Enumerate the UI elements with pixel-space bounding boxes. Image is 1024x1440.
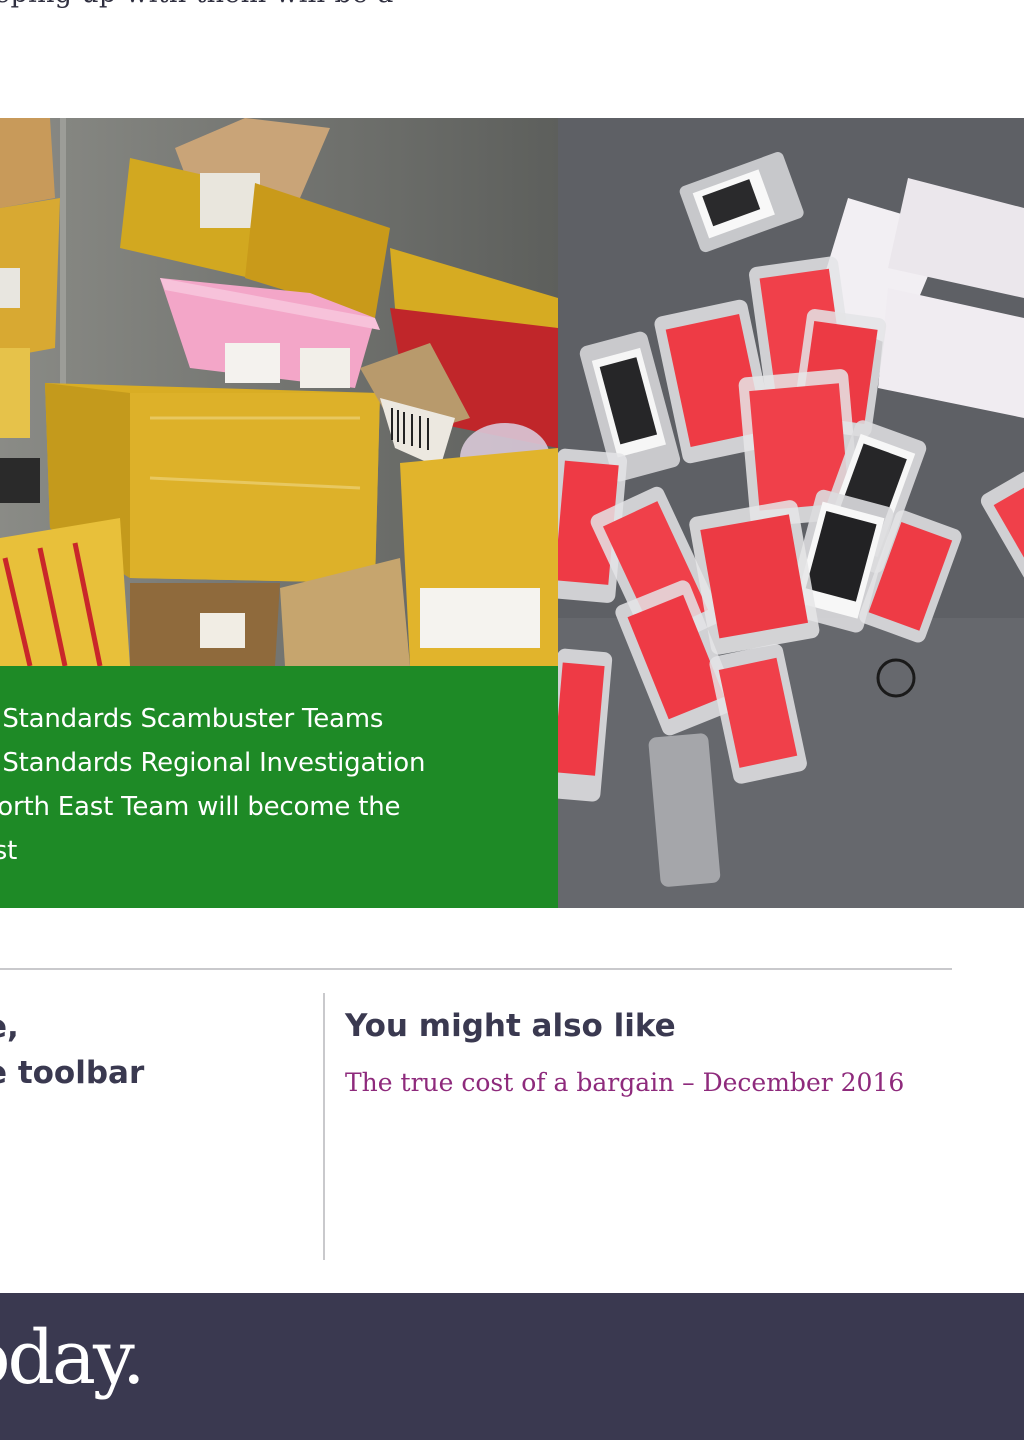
article-intro-text: eeping up with them will be a [0,0,1024,18]
caption-line: g Standards Scambuster Teams [0,704,384,734]
footer-logo[interactable]: oday. [0,1315,146,1401]
seized-phone-screens-photo [558,118,1024,908]
site-footer: oday. [0,1293,1024,1440]
share-prompt: e, e toolbar [0,1004,316,1096]
image-caption-box: g Standards Scambuster Teams g Standards… [0,666,558,908]
section-divider [0,968,952,970]
article-intro-fragment: eeping up with them will be a [0,0,394,9]
caption-line: North East Team will become the [0,792,401,822]
phone-screens-illustration [558,118,1024,908]
parcels-illustration [0,118,558,666]
related-articles-heading: You might also like [345,1008,676,1044]
share-prompt-line: e, [0,1009,19,1045]
share-prompt-line: e toolbar [0,1055,145,1091]
related-article-link[interactable]: The true cost of a bargain – December 20… [345,1068,904,1097]
caption-line: g Standards Regional Investigation [0,748,426,778]
caption-line: ast [0,836,18,866]
column-divider [323,993,325,1260]
seized-parcels-photo [0,118,558,666]
